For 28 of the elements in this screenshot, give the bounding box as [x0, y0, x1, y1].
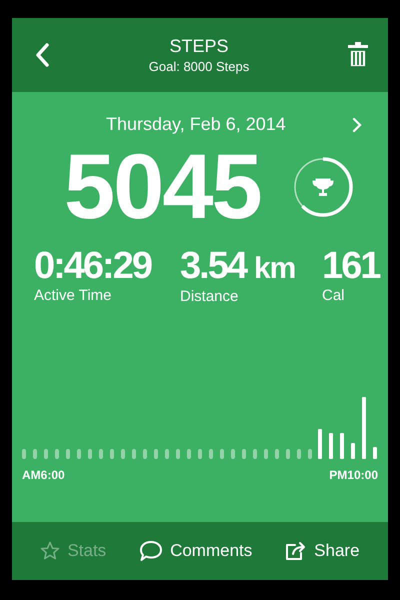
goal-subtitle: Goal: 8000 Steps — [148, 59, 250, 74]
metric-label: Active Time — [34, 287, 113, 304]
back-icon[interactable] — [34, 42, 50, 68]
share-button[interactable]: Share — [281, 537, 364, 565]
metric-value: 161 — [322, 247, 381, 285]
metric-value: 3.54 — [180, 247, 248, 285]
activity-bar — [373, 447, 377, 459]
metric-unit: km — [254, 252, 296, 286]
comments-button[interactable]: Comments — [135, 536, 256, 566]
metric-label: Distance — [180, 288, 240, 305]
activity-bar — [329, 433, 333, 459]
metric-label: Cal — [322, 287, 346, 304]
next-icon[interactable] — [352, 116, 362, 132]
start-time-label: AM6:00 — [22, 468, 65, 482]
date-label: Thursday, Feb 6, 2014 — [106, 114, 286, 135]
trophy-icon — [312, 178, 334, 196]
screen-title: STEPS — [169, 36, 229, 57]
step-count: 5045 — [64, 141, 261, 233]
speech-bubble-icon — [139, 540, 164, 562]
star-icon — [40, 541, 60, 561]
trash-icon[interactable] — [348, 42, 368, 68]
end-time-label: PM10:00 — [329, 468, 378, 482]
activity-bar — [362, 397, 366, 459]
activity-bar — [351, 443, 355, 459]
activity-bar — [318, 429, 322, 459]
metric-value: 0:46:29 — [34, 247, 152, 285]
activity-bar — [340, 433, 344, 459]
share-icon — [285, 541, 308, 561]
